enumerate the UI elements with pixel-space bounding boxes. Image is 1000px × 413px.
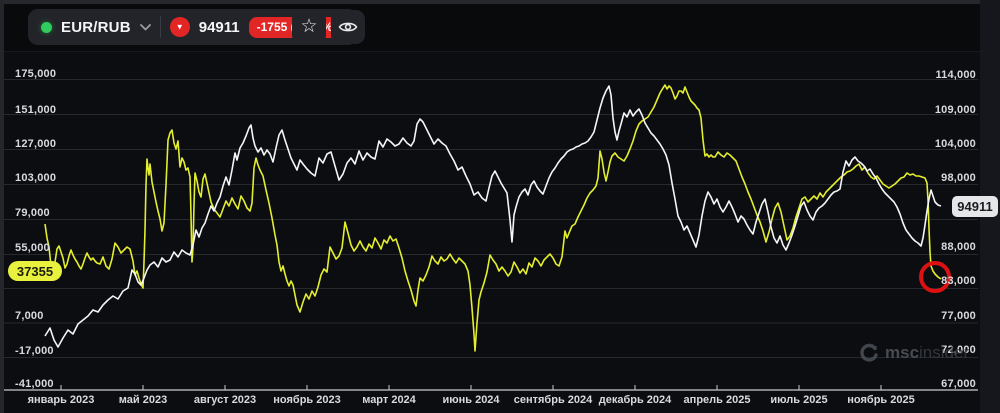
- x-axis-line: [4, 385, 978, 391]
- left-axis-tick-label: -17,000: [15, 345, 54, 357]
- left-axis-tick-label: 55,000: [15, 242, 50, 254]
- yellow-price-badge: 37355: [8, 261, 62, 281]
- x-axis-tick-label: май 2023: [118, 394, 168, 406]
- right-axis-tick-label: 98,000: [941, 172, 976, 184]
- right-axis-tick-label: 88,000: [941, 241, 976, 253]
- yellow-series-line: [44, 84, 942, 352]
- watermark: msc insider: [858, 342, 969, 364]
- right-axis-tick-label: 83,000: [941, 275, 976, 287]
- left-axis-tick-label: 127,000: [15, 138, 57, 150]
- left-axis-tick-label: 79,000: [15, 207, 50, 219]
- x-axis-tick-label: декабрь 2024: [598, 394, 672, 406]
- x-axis-tick-label: ноябрь 2023: [273, 394, 341, 406]
- left-axis-tick-label: 175,000: [15, 68, 57, 80]
- right-axis-tick-label: 104,000: [934, 138, 976, 150]
- right-axis-tick-label: 67,000: [941, 378, 976, 390]
- watermark-bold-text: msc: [885, 343, 920, 362]
- right-axis-tick-label: 77,000: [941, 310, 976, 322]
- mscinsider-logo-icon: [860, 343, 878, 362]
- left-axis-tick-label: 103,000: [15, 172, 57, 184]
- right-axis-tick-label: 109,000: [934, 104, 976, 116]
- gridlines: [4, 79, 978, 358]
- trading-chart-widget: EUR/RUB ▼ 94911 -1755 (-1.82%) ☆ 17: [0, 0, 1000, 413]
- left-axis-tick-label: 7,000: [15, 310, 44, 322]
- x-axis-tick-label: январь 2023: [27, 394, 95, 406]
- x-axis-tick-label: апрель 2025: [683, 394, 751, 406]
- x-axis-tick-label: июнь 2024: [442, 394, 500, 406]
- price-chart-canvas[interactable]: [0, 0, 1000, 413]
- x-axis-tick-label: ноябрь 2025: [847, 394, 915, 406]
- watermark-light-text: insider: [919, 343, 970, 362]
- x-axis-tick-label: июль 2025: [770, 394, 828, 406]
- left-axis-tick-label: -41,000: [15, 378, 54, 390]
- x-axis-tick-label: март 2024: [362, 394, 416, 406]
- right-axis-tick-label: 114,000: [935, 69, 976, 81]
- left-axis-tick-label: 151,000: [15, 104, 57, 116]
- white-series-line: [44, 85, 942, 348]
- x-axis-tick-label: сентябрь 2024: [513, 394, 593, 406]
- white-price-badge: 94911: [952, 196, 998, 217]
- x-axis-tick-label: август 2023: [193, 394, 257, 406]
